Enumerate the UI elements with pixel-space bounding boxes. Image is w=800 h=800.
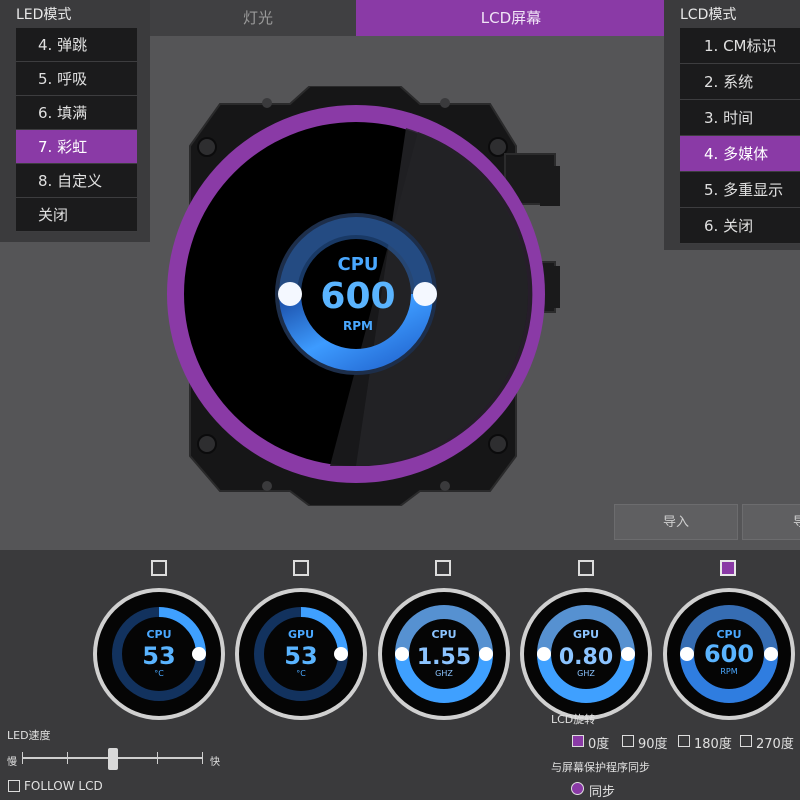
slider-fast-label: 快 (210, 757, 220, 768)
led-mode-item[interactable]: 6. 填满 (16, 96, 137, 130)
tab-lighting[interactable]: 灯光 (160, 0, 356, 36)
led-mode-list: 4. 弹跳 5. 呼吸 6. 填满 7. 彩虹 8. 自定义 关闭 (16, 28, 137, 232)
led-speed-slider-handle[interactable] (108, 748, 118, 770)
led-mode-item[interactable]: 8. 自定义 (16, 164, 137, 198)
lcd-thumbnail-gpu-freq[interactable]: GPU 0.80 GHZ (518, 586, 654, 722)
export-button[interactable]: 导 (742, 504, 800, 540)
tab-lcd-screen[interactable]: LCD屏幕 (356, 0, 666, 36)
follow-lcd-checkbox[interactable] (8, 780, 20, 792)
preview-value: 600 (320, 276, 395, 317)
thumb-label: GPU (288, 628, 314, 641)
slider-tick (202, 752, 203, 764)
screensaver-sync-label: 与屏幕保护程序同步 (551, 761, 650, 774)
slider-tick (67, 752, 68, 764)
thumb-unit: °C (296, 669, 306, 678)
preview-unit: RPM (343, 319, 373, 333)
led-mode-panel: LED模式 4. 弹跳 5. 呼吸 6. 填满 7. 彩虹 8. 自定义 关闭 (0, 0, 150, 242)
thumb-label: CPU (431, 628, 456, 641)
thumbnail-checkbox[interactable] (151, 560, 167, 576)
rotation-90-label: 90度 (638, 737, 668, 752)
rotation-270-label: 270度 (756, 737, 794, 752)
thumb-unit: RPM (720, 667, 737, 676)
thumb-unit: °C (154, 669, 164, 678)
thumb-value: 600 (704, 640, 754, 668)
thumb-value: 53 (284, 642, 317, 670)
led-mode-item[interactable]: 4. 弹跳 (16, 28, 137, 62)
lcd-thumbnail-cpu-rpm[interactable]: CPU 600 RPM (661, 586, 797, 722)
lcd-thumbnail-cpu-temp[interactable]: CPU 53 °C (91, 586, 227, 722)
rotation-270-checkbox[interactable] (740, 735, 752, 747)
lcd-mode-item[interactable]: 1. CM标识 (680, 28, 800, 64)
lcd-mode-title: LCD模式 (680, 7, 737, 23)
sync-option-label: 同步 (589, 785, 616, 800)
rotation-0-checkbox[interactable] (572, 735, 584, 747)
led-speed-label: LED速度 (7, 729, 51, 742)
thumb-value: 0.80 (559, 645, 613, 670)
led-mode-item[interactable]: 5. 呼吸 (16, 62, 137, 96)
lcd-thumbnail-cpu-freq[interactable]: CPU 1.55 GHZ (376, 586, 512, 722)
rotation-180-checkbox[interactable] (678, 735, 690, 747)
lcd-mode-item-active[interactable]: 4. 多媒体 (680, 136, 800, 172)
thumbnail-checkbox[interactable] (578, 560, 594, 576)
led-mode-item-active[interactable]: 7. 彩虹 (16, 130, 137, 164)
lcd-rotation-label: LCD旋转 (551, 713, 596, 726)
follow-lcd-label: FOLLOW LCD (24, 779, 103, 793)
lcd-mode-item[interactable]: 6. 关闭 (680, 208, 800, 244)
thumb-value: 1.55 (417, 645, 471, 670)
thumb-unit: GHZ (577, 669, 595, 678)
thumbnail-checkbox-checked[interactable] (720, 560, 736, 576)
thumb-unit: GHZ (435, 669, 453, 678)
led-mode-title: LED模式 (16, 7, 72, 23)
thumb-label: CPU (146, 628, 171, 641)
lcd-mode-panel: LCD模式 1. CM标识 2. 系统 3. 时间 4. 多媒体 5. 多重显示… (664, 0, 800, 250)
rotation-90-checkbox[interactable] (622, 735, 634, 747)
slider-slow-label: 慢 (7, 757, 17, 768)
rotation-180-label: 180度 (694, 737, 732, 752)
slider-tick (22, 752, 23, 764)
preview-label: CPU (337, 254, 378, 275)
sync-radio[interactable] (571, 782, 584, 795)
import-button[interactable]: 导入 (614, 504, 738, 540)
lcd-mode-list: 1. CM标识 2. 系统 3. 时间 4. 多媒体 5. 多重显示 6. 关闭 (680, 28, 800, 244)
slider-tick (157, 752, 158, 764)
lcd-mode-item[interactable]: 5. 多重显示 (680, 172, 800, 208)
lcd-thumbnail-gpu-temp[interactable]: GPU 53 °C (233, 586, 369, 722)
led-mode-item[interactable]: 关闭 (16, 198, 137, 232)
rotation-0-label: 0度 (588, 737, 610, 752)
lcd-mode-item[interactable]: 2. 系统 (680, 64, 800, 100)
thumb-label: GPU (573, 628, 599, 641)
thumb-value: 53 (142, 642, 175, 670)
thumbnail-checkbox[interactable] (293, 560, 309, 576)
thumbnail-checkbox[interactable] (435, 560, 451, 576)
cooler-device-preview: CPU 600 RPM (167, 86, 560, 506)
lcd-mode-item[interactable]: 3. 时间 (680, 100, 800, 136)
